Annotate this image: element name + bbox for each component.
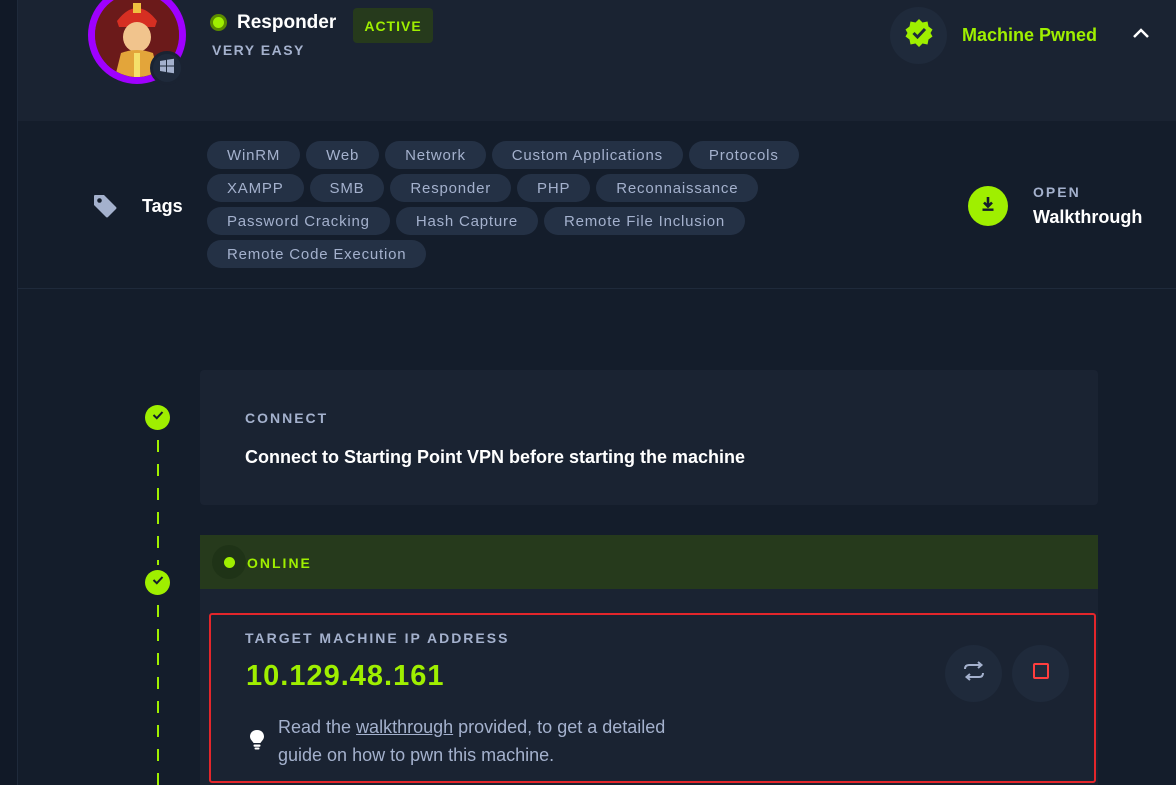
connect-card: CONNECT Connect to Starting Point VPN be… xyxy=(200,370,1098,505)
walkthrough-link[interactable]: Walkthrough xyxy=(1033,207,1142,228)
tag-custom-applications[interactable]: Custom Applications xyxy=(491,141,683,169)
walkthrough-hint: Read the walkthrough provided, to get a … xyxy=(278,713,708,769)
tag-row: Remote Code Execution xyxy=(207,240,847,268)
windows-icon xyxy=(159,58,175,79)
tags-section: Tags WinRM Web Network Custom Applicatio… xyxy=(18,121,1176,289)
tag-protocols[interactable]: Protocols xyxy=(688,141,799,169)
tag-row: WinRM Web Network Custom Applications Pr… xyxy=(207,141,847,169)
tags-label: Tags xyxy=(142,196,183,216)
hint-text-start: Read the xyxy=(278,717,357,737)
machine-pwned-label: Machine Pwned xyxy=(962,25,1098,45)
tag-reconnaissance[interactable]: Reconnaissance xyxy=(596,174,759,202)
online-dot xyxy=(223,556,235,568)
target-ip-address[interactable]: 10.129.48.161 xyxy=(246,660,444,693)
walkthrough-open-label: OPEN xyxy=(1033,184,1081,200)
machine-status-dot xyxy=(210,14,227,31)
tag-web[interactable]: Web xyxy=(306,141,380,169)
online-indicator xyxy=(212,545,246,579)
step-online-check xyxy=(145,570,170,595)
machine-difficulty: VERY EASY xyxy=(212,42,305,58)
check-icon xyxy=(151,408,165,427)
timeline-connector xyxy=(157,440,159,565)
stop-icon xyxy=(1032,662,1050,685)
machine-name: Responder xyxy=(237,12,337,33)
check-icon xyxy=(151,573,165,592)
tag-password-cracking[interactable]: Password Cracking xyxy=(207,207,390,235)
tag-php[interactable]: PHP xyxy=(517,174,591,202)
tag-xampp[interactable]: XAMPP xyxy=(207,174,304,202)
pwned-badge xyxy=(890,7,947,64)
tag-remote-code-execution[interactable]: Remote Code Execution xyxy=(207,240,427,268)
collapse-button[interactable] xyxy=(1130,24,1152,46)
machine-header: Responder VERY EASY ACTIVE Machine Pwned xyxy=(18,0,1176,121)
connect-title: CONNECT xyxy=(245,410,329,426)
reset-machine-button[interactable] xyxy=(945,645,1002,702)
online-status-bar: ONLINE xyxy=(200,535,1098,589)
reset-icon xyxy=(961,660,987,687)
tag-icon xyxy=(92,193,118,219)
target-ip-title: TARGET MACHINE IP ADDRESS xyxy=(245,630,510,646)
tag-smb[interactable]: SMB xyxy=(309,174,385,202)
lightbulb-icon xyxy=(247,728,267,752)
tag-responder[interactable]: Responder xyxy=(390,174,512,202)
chevron-up-icon xyxy=(1132,26,1150,44)
tags-list: WinRM Web Network Custom Applications Pr… xyxy=(207,141,847,273)
open-walkthrough-button[interactable] xyxy=(968,186,1008,226)
online-label: ONLINE xyxy=(247,555,312,571)
tag-network[interactable]: Network xyxy=(385,141,486,169)
tag-row: Password Cracking Hash Capture Remote Fi… xyxy=(207,207,847,235)
step-connect-check xyxy=(145,405,170,430)
tag-row: XAMPP SMB Responder PHP Reconnaissance xyxy=(207,174,847,202)
verified-check-icon xyxy=(904,18,934,53)
download-icon xyxy=(979,195,997,218)
stop-machine-button[interactable] xyxy=(1012,645,1069,702)
left-rail xyxy=(0,0,18,785)
connect-instruction: Connect to Starting Point VPN before sta… xyxy=(245,447,746,467)
tag-remote-file-inclusion[interactable]: Remote File Inclusion xyxy=(543,207,746,235)
tag-hash-capture[interactable]: Hash Capture xyxy=(395,207,538,235)
os-badge xyxy=(150,51,184,85)
timeline-connector xyxy=(157,605,159,785)
hint-walkthrough-link[interactable]: walkthrough xyxy=(356,717,453,737)
tag-winrm[interactable]: WinRM xyxy=(207,141,301,169)
active-badge: ACTIVE xyxy=(353,8,433,43)
